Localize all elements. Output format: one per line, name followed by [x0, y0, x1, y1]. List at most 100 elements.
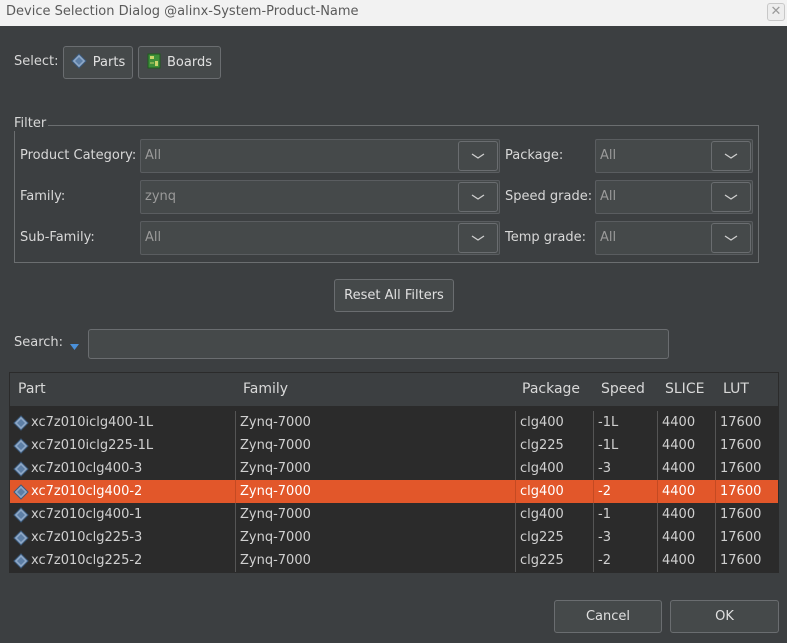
- family-value: zynq: [145, 189, 177, 204]
- chip-icon: [13, 460, 29, 477]
- cell-speed: -1L: [593, 411, 657, 434]
- column-header-family[interactable]: Family: [243, 381, 288, 397]
- triangle-down-icon[interactable]: [70, 340, 79, 355]
- cell-slice: 4400: [657, 480, 715, 503]
- sub-family-value: All: [145, 230, 162, 245]
- cell-part: xc7z010clg400-3: [10, 457, 235, 480]
- temp-grade-combo[interactable]: All: [595, 221, 753, 255]
- chip-icon: [13, 552, 29, 569]
- cell-part: xc7z010clg400-2: [10, 480, 235, 503]
- table-row[interactable]: xc7z010iclg400-1L Zynq-7000 clg400 -1L 4400 1…: [10, 411, 778, 434]
- cell-family: Zynq-7000: [235, 549, 515, 572]
- boards-button[interactable]: Boards: [138, 46, 221, 79]
- chip-icon: [13, 414, 29, 431]
- close-icon[interactable]: ✕: [767, 3, 785, 21]
- package-combo[interactable]: All: [595, 139, 753, 173]
- column-header-package[interactable]: Package: [522, 381, 580, 397]
- speed-grade-value: All: [600, 189, 617, 204]
- cell-speed: -3: [593, 457, 657, 480]
- cell-lut: 17600: [715, 503, 778, 526]
- cell-part: xc7z010iclg225-1L: [10, 434, 235, 457]
- parts-table: Part Family Package Speed SLICE LUT xc7z…: [9, 372, 779, 573]
- chevron-down-icon[interactable]: [458, 182, 498, 212]
- cell-family: Zynq-7000: [235, 457, 515, 480]
- cell-slice: 4400: [657, 526, 715, 549]
- cell-package: clg400: [515, 480, 593, 503]
- search-label: Search:: [14, 335, 64, 350]
- cancel-button[interactable]: Cancel: [554, 600, 662, 633]
- cell-slice: 4400: [657, 549, 715, 572]
- cell-slice: 4400: [657, 434, 715, 457]
- column-header-part[interactable]: Part: [18, 381, 46, 397]
- cell-package: clg400: [515, 457, 593, 480]
- filter-legend: Filter: [12, 116, 49, 131]
- speed-grade-combo[interactable]: All: [595, 180, 753, 214]
- cell-slice: 4400: [657, 457, 715, 480]
- cell-speed: -1L: [593, 434, 657, 457]
- cell-part-text: xc7z010clg400-3: [31, 461, 143, 476]
- chip-icon: [13, 506, 29, 523]
- package-value: All: [600, 148, 617, 163]
- cell-family: Zynq-7000: [235, 434, 515, 457]
- family-label: Family:: [20, 189, 66, 204]
- table-header: Part Family Package Speed SLICE LUT: [10, 373, 778, 407]
- cell-speed: -1: [593, 503, 657, 526]
- cell-part: xc7z010iclg400-1L: [10, 411, 235, 434]
- chevron-down-icon[interactable]: [711, 223, 751, 253]
- ok-button[interactable]: OK: [670, 600, 779, 633]
- product-category-combo[interactable]: All: [140, 139, 500, 173]
- chip-icon: [71, 52, 87, 73]
- select-label: Select:: [14, 54, 59, 69]
- chevron-down-icon[interactable]: [711, 182, 751, 212]
- table-row[interactable]: xc7z010iclg225-1L Zynq-7000 clg225 -1L 4400 1…: [10, 434, 778, 457]
- temp-grade-label: Temp grade:: [505, 230, 586, 245]
- table-row[interactable]: xc7z010clg400-3 Zynq-7000 clg400 -3 4400 1760…: [10, 457, 778, 480]
- cell-package: clg225: [515, 549, 593, 572]
- product-category-label: Product Category:: [20, 148, 137, 163]
- sub-family-label: Sub-Family:: [20, 230, 95, 245]
- family-combo[interactable]: zynq: [140, 180, 500, 214]
- title-bar: Device Selection Dialog @alinx-System-Pr…: [0, 0, 787, 26]
- boards-button-label: Boards: [167, 55, 212, 70]
- cell-package: clg225: [515, 434, 593, 457]
- cell-speed: -2: [593, 480, 657, 503]
- parts-button[interactable]: Parts: [63, 46, 133, 79]
- chevron-down-icon[interactable]: [458, 141, 498, 171]
- cell-family: Zynq-7000: [235, 480, 515, 503]
- chip-icon: [13, 483, 29, 500]
- cell-family: Zynq-7000: [235, 411, 515, 434]
- table-row[interactable]: xc7z010clg400-2 Zynq-7000 clg400 -2 4400 1760…: [10, 480, 778, 503]
- window-title: Device Selection Dialog @alinx-System-Pr…: [6, 4, 359, 19]
- product-category-value: All: [145, 148, 162, 163]
- column-header-lut[interactable]: LUT: [723, 381, 749, 397]
- cell-slice: 4400: [657, 503, 715, 526]
- cell-part-text: xc7z010iclg225-1L: [31, 438, 154, 453]
- column-header-slice[interactable]: SLICE: [665, 381, 704, 397]
- cell-part-text: xc7z010iclg400-1L: [31, 415, 154, 430]
- cell-part: xc7z010clg225-3: [10, 526, 235, 549]
- cell-package: clg400: [515, 503, 593, 526]
- cell-part: xc7z010clg225-2: [10, 549, 235, 572]
- cell-package: clg400: [515, 411, 593, 434]
- chevron-down-icon[interactable]: [458, 223, 498, 253]
- cell-lut: 17600: [715, 526, 778, 549]
- cell-family: Zynq-7000: [235, 526, 515, 549]
- temp-grade-value: All: [600, 230, 617, 245]
- cell-lut: 17600: [715, 549, 778, 572]
- cell-part-text: xc7z010clg225-2: [31, 553, 143, 568]
- table-row[interactable]: xc7z010clg225-2 Zynq-7000 clg225 -2 4400 1760…: [10, 549, 778, 572]
- cell-lut: 17600: [715, 434, 778, 457]
- table-row[interactable]: xc7z010clg400-1 Zynq-7000 clg400 -1 4400 1760…: [10, 503, 778, 526]
- cell-lut: 17600: [715, 480, 778, 503]
- cell-part-text: xc7z010clg225-3: [31, 530, 143, 545]
- search-input[interactable]: [88, 329, 669, 359]
- chevron-down-icon[interactable]: [711, 141, 751, 171]
- table-row[interactable]: xc7z010clg225-3 Zynq-7000 clg225 -3 4400 1760…: [10, 526, 778, 549]
- cell-package: clg225: [515, 526, 593, 549]
- chip-icon: [13, 529, 29, 546]
- reset-filters-button[interactable]: Reset All Filters: [334, 279, 454, 312]
- board-icon: [147, 53, 161, 73]
- cell-part-text: xc7z010clg400-1: [31, 507, 143, 522]
- column-header-speed[interactable]: Speed: [601, 381, 645, 397]
- sub-family-combo[interactable]: All: [140, 221, 500, 255]
